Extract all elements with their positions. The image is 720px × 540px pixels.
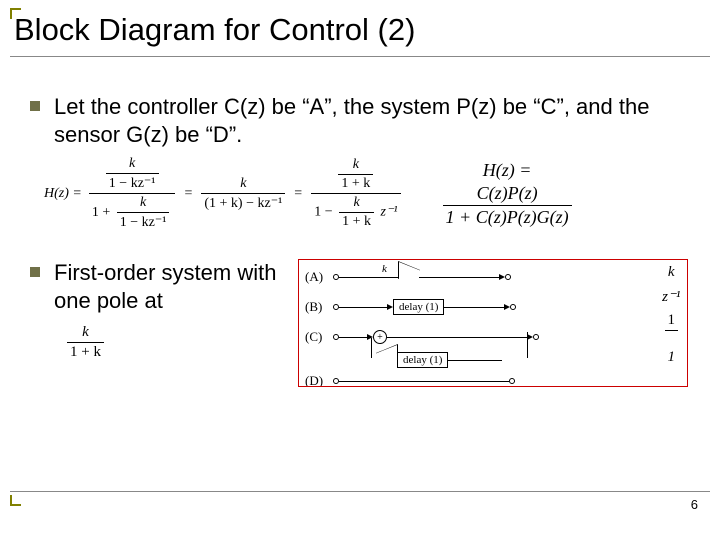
diagram-row-D: (D) [305,368,515,387]
bullet-icon [30,101,40,111]
diagram-row-A: (A) k [305,264,511,290]
title-accent [10,8,21,19]
transfer-functions: k z⁻¹ 1 1 [662,264,682,366]
diagram-row-B: (B) delay (1) [305,294,516,320]
Hz-lhs: H(z) = [44,186,82,202]
equation-row: H(z) = k1 − kz⁻¹ 1 + k1 − kz⁻¹ = k (1 + … [44,156,710,231]
tf-B: z⁻¹ [662,287,680,306]
side-equation: H(z) = C(z)P(z) 1 + C(z)P(z)G(z) [440,160,575,228]
bullet-1-text: Let the controller C(z) be “A”, the syst… [54,93,664,148]
footer-rule [10,491,710,492]
tf-D: 1 [668,349,676,366]
slide-title: Block Diagram for Control (2) [10,12,710,48]
pole-equation: k 1 + k [64,324,290,361]
block-diagram: (A) k (B) delay (1) (C) + [298,259,688,387]
diagram-row-C: (C) + [305,324,539,350]
bullet-icon [30,267,40,277]
bullet-1: Let the controller C(z) be “A”, the syst… [30,93,710,148]
main-equation: H(z) = k1 − kz⁻¹ 1 + k1 − kz⁻¹ = k (1 + … [44,156,404,231]
bullet-2-text: First-order system with one pole at [54,259,290,314]
footer-accent [10,495,21,506]
page-number: 6 [691,497,698,512]
bullet-2: First-order system with one pole at [30,259,290,314]
title-bar: Block Diagram for Control (2) [10,8,710,57]
tf-A: k [668,264,675,281]
lower-section: First-order system with one pole at k 1 … [30,259,710,387]
